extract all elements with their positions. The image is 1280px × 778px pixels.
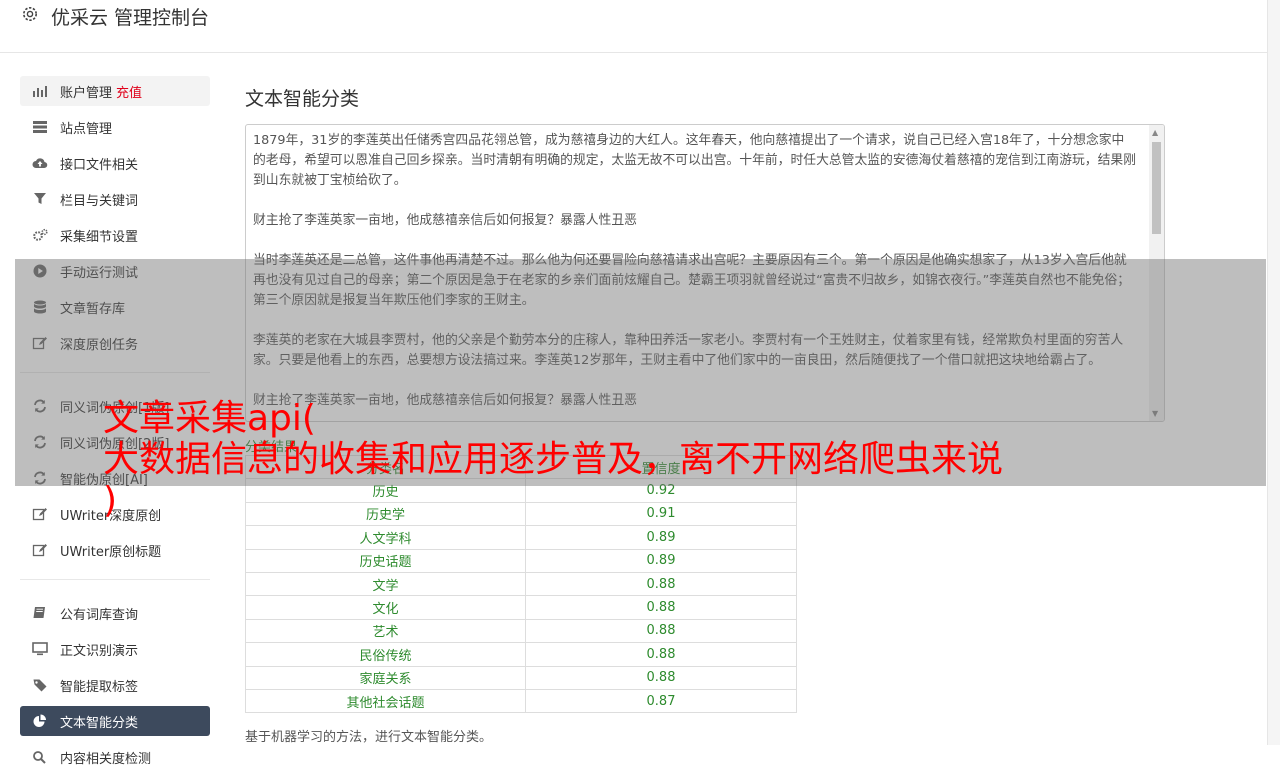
sidebar-item-group3-1[interactable]: 正文识别演示 <box>20 634 210 664</box>
table-row: 其他社会话题 0.87 <box>245 688 797 714</box>
sidebar-item-group1-4[interactable]: 采集细节设置 <box>20 220 210 250</box>
category-cell: 历史话题 <box>245 548 526 573</box>
sidebar-item-label: 栏目与关键词 <box>60 193 139 209</box>
sidebar-item-label: 文本智能分类 <box>60 715 139 731</box>
confidence-cell: 0.88 <box>525 665 797 690</box>
top-bar: 优采云 管理控制台 <box>0 0 1268 53</box>
text-paragraph[interactable]: 1879年，31岁的李莲英出任储秀宫四品花翎总管，成为慈禧身边的大红人。这年春天… <box>253 131 1136 191</box>
sidebar-item-group1-2[interactable]: 接口文件相关 <box>20 148 210 178</box>
category-cell: 艺术 <box>245 618 526 644</box>
edit-icon <box>32 542 48 558</box>
sidebar-item-label: 站点管理 <box>60 121 113 137</box>
table-row: 人文学科 0.89 <box>245 525 797 550</box>
confidence-cell: 0.87 <box>525 688 797 714</box>
overlay-title: 文章采集api( 大数据信息的收集和应用逐步普及，离不开网络爬虫来说 ) <box>103 398 1003 521</box>
sidebar-item-label: 采集细节设置 <box>60 229 139 245</box>
sidebar-item-label: 接口文件相关 <box>60 157 139 173</box>
category-cell: 民俗传统 <box>245 642 526 667</box>
scroll-up-icon[interactable]: ▲ <box>1152 128 1158 137</box>
sidebar-divider <box>20 579 210 580</box>
sidebar-item-label: 账户管理 <box>60 85 113 101</box>
sidebar-item-label: 正文识别演示 <box>60 643 139 659</box>
sidebar-item-group3-4[interactable]: 内容相关度检测 <box>20 742 210 772</box>
cloud-upload-icon <box>32 155 48 171</box>
filter-icon <box>32 191 48 207</box>
sidebar-item-group1-3[interactable]: 栏目与关键词 <box>20 184 210 214</box>
category-cell: 文学 <box>245 571 526 597</box>
page-scrollbar[interactable] <box>1267 0 1280 745</box>
server-icon <box>32 119 48 135</box>
sidebar-item-group3-3[interactable]: 文本智能分类 <box>20 706 210 736</box>
text-paragraph[interactable]: 财主抢了李莲英家一亩地，他成慈禧亲信后如何报复？暴露人性丑恶 <box>253 211 1136 231</box>
category-cell: 其他社会话题 <box>245 688 526 714</box>
confidence-cell: 0.88 <box>525 618 797 644</box>
bar-chart-icon <box>32 83 48 99</box>
sidebar-item-group1-0[interactable]: 账户管理 充值 <box>20 76 210 106</box>
scrollbar-thumb[interactable] <box>1152 142 1161 234</box>
confidence-cell: 0.88 <box>525 571 797 597</box>
confidence-cell: 0.88 <box>525 595 797 620</box>
edit-icon <box>32 506 48 522</box>
category-cell: 家庭关系 <box>245 665 526 690</box>
category-cell: 人文学科 <box>245 525 526 550</box>
confidence-cell: 0.89 <box>525 525 797 550</box>
overlay-line-2: 大数据信息的收集和应用逐步普及，离不开网络爬虫来说 <box>103 439 1004 480</box>
sidebar-item-group1-1[interactable]: 站点管理 <box>20 112 210 142</box>
sidebar-item-label: UWriter原创标题 <box>60 544 162 560</box>
table-row: 历史话题 0.89 <box>245 548 797 573</box>
tag-icon <box>32 677 48 693</box>
table-row: 文化 0.88 <box>245 595 797 620</box>
description-text: 基于机器学习的方法，进行文本智能分类。 <box>245 730 493 745</box>
table-row: 文学 0.88 <box>245 571 797 597</box>
table-row: 家庭关系 0.88 <box>245 665 797 690</box>
monitor-icon <box>32 641 48 657</box>
book-icon <box>32 605 48 621</box>
overlay-line-3: ) <box>103 480 118 521</box>
gear-icon[interactable] <box>20 4 40 24</box>
app-title: 优采云 管理控制台 <box>51 7 210 29</box>
overlay-line-1: 文章采集api( <box>103 398 316 439</box>
confidence-cell: 0.88 <box>525 642 797 667</box>
gears-icon <box>32 227 48 243</box>
sidebar-item-label: 内容相关度检测 <box>60 751 152 767</box>
sidebar-item-label: 公有词库查询 <box>60 607 139 623</box>
sidebar-item-group2-4[interactable]: UWriter原创标题 <box>20 535 210 565</box>
confidence-cell: 0.89 <box>525 548 797 573</box>
category-cell: 文化 <box>245 595 526 620</box>
sidebar-item-group3-2[interactable]: 智能提取标签 <box>20 670 210 700</box>
sidebar-item-label: 智能提取标签 <box>60 679 139 695</box>
pie-chart-icon <box>32 713 48 729</box>
search-icon <box>32 749 48 765</box>
sidebar-item-group3-0[interactable]: 公有词库查询 <box>20 598 210 628</box>
recharge-link[interactable]: 充值 <box>116 82 142 101</box>
table-row: 艺术 0.88 <box>245 618 797 644</box>
table-row: 民俗传统 0.88 <box>245 642 797 667</box>
page-title: 文本智能分类 <box>245 88 360 110</box>
